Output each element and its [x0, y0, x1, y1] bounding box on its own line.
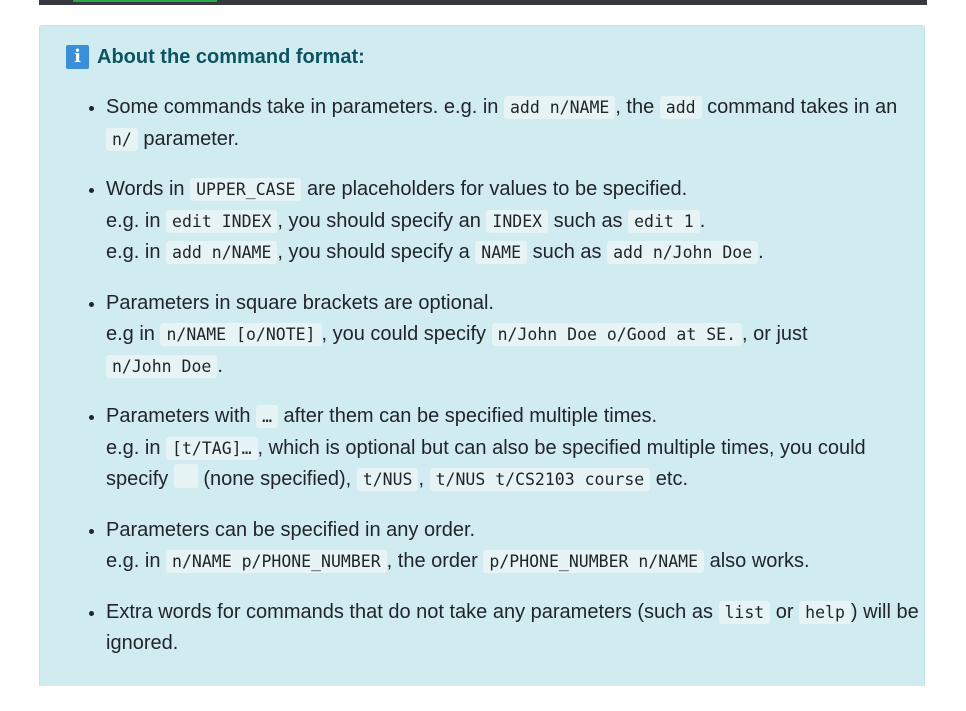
item-text: command takes in an [701, 96, 898, 118]
list-item-upper-case: Words in UPPER_CASE are placeholders for… [106, 174, 926, 269]
inline-code: t/NUS t/CS2103 course [429, 468, 651, 491]
item-text: (none specified), [197, 468, 357, 490]
item-text: , the order [386, 550, 484, 572]
item-text: Extra words for commands that do not tak… [106, 600, 719, 623]
item-text: , you could specify [321, 323, 492, 345]
inline-code: t/NUS [356, 468, 419, 491]
item-text: or [770, 600, 800, 623]
list-item-extra-words: Extra words for commands that do not tak… [106, 597, 926, 660]
item-text: , the [615, 96, 660, 118]
inline-code: n/ [106, 127, 138, 151]
item-text: parameter. [137, 127, 240, 150]
inline-code: … [256, 405, 278, 428]
item-text: e.g in [106, 323, 161, 345]
item-text: , [418, 468, 430, 490]
item-text: e.g. in [106, 209, 167, 232]
item-text: . [699, 209, 706, 232]
info-box-title: i About the command format: [66, 45, 365, 69]
inline-code: add n/NAME [503, 96, 616, 119]
item-text: . [217, 354, 223, 377]
item-text: after them can be specified multiple tim… [278, 405, 658, 427]
item-text: Words in [106, 178, 191, 200]
inline-code: edit 1 [628, 209, 700, 233]
inline-code: n/NAME [o/NOTE] [160, 323, 322, 346]
item-text: , you should specify a [277, 241, 476, 263]
item-text: Parameters in square brackets are option… [106, 291, 494, 314]
active-tab-indicator [73, 0, 217, 2]
item-text: Parameters can be specified in any order… [106, 518, 476, 541]
list-item-order: Parameters can be specified in any order… [106, 515, 926, 578]
inline-code: add n/John Doe [607, 241, 759, 264]
item-text: , you should specify an [277, 209, 487, 232]
info-icon: i [66, 45, 89, 69]
command-format-info-box: i About the command format: Some command… [39, 25, 925, 686]
inline-code: add [659, 96, 702, 119]
info-box-title-text: About the command format: [97, 45, 365, 68]
inline-code: n/John Doe o/Good at SE. [491, 323, 743, 346]
item-text: e.g. in [106, 550, 167, 572]
top-navigation-bar [39, 0, 927, 5]
item-text: Some commands take in parameters. e.g. i… [106, 96, 504, 118]
list-item-multiple: Parameters with … after them can be spec… [106, 401, 926, 496]
item-text: such as [548, 209, 629, 232]
item-text: are placeholders for values to be specif… [301, 178, 688, 200]
list-item-optional: Parameters in square brackets are option… [106, 288, 926, 383]
inline-code: n/John Doe [106, 354, 218, 378]
item-text: e.g. in [106, 436, 167, 459]
empty-inline-code [173, 464, 198, 488]
inline-code: edit INDEX [166, 209, 278, 233]
item-text: Parameters with [106, 405, 257, 427]
inline-code: [t/TAG]… [166, 436, 258, 460]
item-text: etc. [650, 468, 689, 490]
inline-code: NAME [475, 241, 528, 264]
item-text: , or just [742, 323, 808, 345]
inline-code: help [799, 600, 851, 624]
inline-code: n/NAME p/PHONE_NUMBER [166, 550, 387, 573]
item-text: also works. [704, 550, 810, 572]
item-text: such as [527, 241, 608, 263]
inline-code: p/PHONE_NUMBER n/NAME [483, 550, 705, 573]
inline-code: add n/NAME [166, 241, 278, 264]
item-text: e.g. in [106, 241, 167, 263]
inline-code: INDEX [486, 209, 549, 233]
list-item-parameters: Some commands take in parameters. e.g. i… [106, 92, 926, 155]
command-format-list: Some commands take in parameters. e.g. i… [80, 92, 926, 679]
inline-code: list [718, 600, 771, 624]
inline-code: UPPER_CASE [190, 178, 302, 201]
item-text: . [758, 241, 764, 263]
